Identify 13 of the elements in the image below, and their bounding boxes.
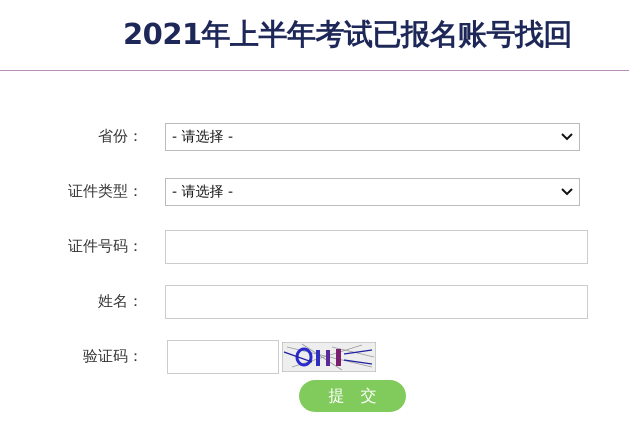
- field-label: 证件号码：: [67, 237, 143, 256]
- page-title: 2021年上半年考试已报名账号找回: [123, 16, 572, 53]
- chevron-down-icon: [561, 132, 573, 140]
- field-label: 验证码：: [82, 347, 143, 366]
- captcha-field[interactable]: [167, 340, 279, 374]
- chevron-down-icon: [561, 188, 573, 196]
- input-field[interactable]: [165, 284, 588, 318]
- select-field[interactable]: - 请选择 -: [165, 178, 580, 206]
- field-label: 证件类型：: [67, 182, 143, 201]
- field-label: 省份：: [97, 127, 143, 146]
- field-label: 姓名：: [97, 292, 143, 311]
- select-field[interactable]: - 请选择 -: [165, 122, 580, 150]
- input-field[interactable]: [165, 230, 588, 264]
